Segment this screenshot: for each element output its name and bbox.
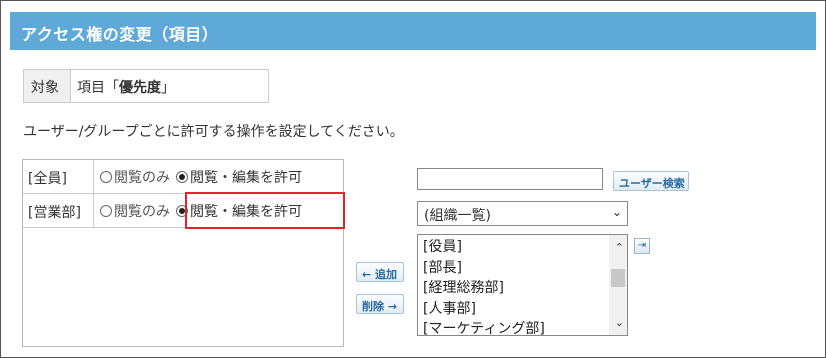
- add-button[interactable]: ← 追加: [356, 262, 404, 282]
- group-listbox[interactable]: [役員] [部長] [経理総務部] [人事部] [マーケティング部] ⌃ ⌄: [417, 234, 628, 336]
- radio-unchecked-icon[interactable]: [100, 170, 112, 183]
- list-item[interactable]: [経理総務部]: [423, 278, 545, 299]
- dialog-frame: アクセス権の変更（項目） 対象 項目「優先度」 ユーザー/グループごとに許可する…: [0, 0, 826, 358]
- radio-view-edit-label: 閲覧・編集を許可: [190, 169, 302, 186]
- user-search-input[interactable]: [417, 168, 603, 190]
- list-item[interactable]: [人事部]: [423, 299, 545, 320]
- list-item[interactable]: [部長]: [423, 258, 545, 279]
- permission-row-all: [全員] 閲覧のみ 閲覧・編集を許可: [23, 160, 343, 194]
- radio-view-only-label: 閲覧のみ: [114, 203, 170, 220]
- permission-list: [全員] 閲覧のみ 閲覧・編集を許可 [営業部] 閲覧のみ 閲覧・編集を許可: [22, 159, 344, 347]
- user-search-button[interactable]: ユーザー検索: [613, 171, 689, 191]
- organization-select[interactable]: (組織一覧) ⌄: [417, 201, 628, 226]
- arrow-into-list-icon[interactable]: ⇥: [634, 238, 650, 254]
- radio-view-only[interactable]: 閲覧のみ: [100, 167, 170, 187]
- delete-button[interactable]: 削除 →: [356, 294, 404, 314]
- scroll-thumb[interactable]: [611, 269, 625, 287]
- description-text: ユーザー/グループごとに許可する操作を設定してください。: [23, 124, 404, 140]
- permission-options: 閲覧のみ 閲覧・編集を許可: [94, 160, 308, 193]
- target-prefix: 項目「: [77, 80, 119, 96]
- organization-select-value: (組織一覧): [424, 208, 491, 224]
- listbox-scrollbar[interactable]: ⌃ ⌄: [609, 235, 627, 335]
- scroll-up-icon[interactable]: ⌃: [615, 241, 624, 254]
- chevron-down-icon[interactable]: ⌄: [612, 205, 622, 219]
- page-title: アクセス権の変更（項目）: [10, 12, 816, 50]
- list-item[interactable]: [役員]: [423, 237, 545, 258]
- permission-row-name: [営業部]: [23, 194, 94, 227]
- scroll-down-icon[interactable]: ⌄: [615, 316, 624, 329]
- radio-unchecked-icon[interactable]: [100, 204, 112, 217]
- permission-row-name: [全員]: [23, 160, 94, 193]
- target-value: 項目「優先度」: [71, 70, 268, 102]
- radio-checked-icon[interactable]: [176, 170, 188, 183]
- target-item-name: 優先度: [119, 80, 161, 96]
- radio-view-edit[interactable]: 閲覧・編集を許可: [176, 167, 302, 187]
- target-label: 対象: [24, 70, 71, 102]
- target-suffix: 」: [161, 80, 175, 96]
- highlight-box: [185, 192, 345, 229]
- target-table: 対象 項目「優先度」: [23, 69, 269, 103]
- radio-view-only[interactable]: 閲覧のみ: [100, 201, 170, 221]
- radio-view-only-label: 閲覧のみ: [114, 169, 170, 186]
- list-item[interactable]: [マーケティング部]: [423, 319, 545, 335]
